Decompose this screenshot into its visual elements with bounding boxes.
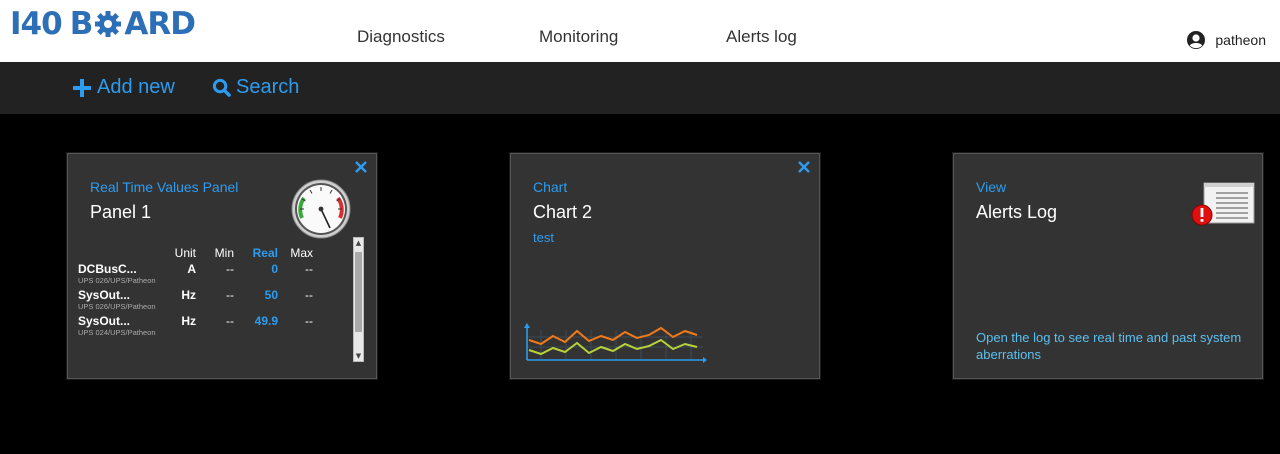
logo-b: B <box>69 6 94 42</box>
row-min: -- <box>226 262 234 276</box>
row-source: UPS 026/UPS/Patheon <box>78 302 156 311</box>
scroll-down-icon[interactable]: ▼ <box>355 352 362 360</box>
card-category: View <box>976 179 1007 195</box>
logo-prefix: I4 <box>10 6 42 42</box>
add-new-button[interactable]: Add new <box>72 76 175 99</box>
card-category: Chart <box>533 179 568 195</box>
table-row[interactable]: DCBusC... A -- 0 -- UPS 026/UPS/Patheon <box>78 262 348 288</box>
row-unit: A <box>187 262 196 276</box>
row-unit: Hz <box>181 288 196 302</box>
gauge-icon <box>291 179 351 239</box>
table-row[interactable]: SysOut... Hz -- 49.9 -- UPS 024/UPS/Path… <box>78 314 348 340</box>
values-table: Unit Min Real Max DCBusC... A -- 0 -- UP… <box>78 246 348 340</box>
search-button[interactable]: Search <box>212 76 299 99</box>
plus-icon <box>73 78 91 97</box>
nav-monitoring[interactable]: Monitoring <box>539 27 618 47</box>
card-description: Open the log to see real time and past s… <box>976 330 1242 362</box>
alert-log-icon <box>1191 182 1255 226</box>
panel-card[interactable]: Real Time Values Panel Panel 1 Unit Min … <box>67 153 377 379</box>
user-menu[interactable]: patheon <box>1186 30 1266 50</box>
scrollbar-thumb[interactable] <box>355 252 362 332</box>
row-source: UPS 026/UPS/Patheon <box>78 276 156 285</box>
col-max: Max <box>290 246 313 260</box>
logo-zero: 0 <box>41 6 63 42</box>
table-header: Unit Min Real Max <box>78 246 348 262</box>
user-name: patheon <box>1215 32 1266 48</box>
nav-diagnostics[interactable]: Diagnostics <box>357 27 445 47</box>
row-real: 0 <box>271 262 278 276</box>
search-icon <box>212 78 231 97</box>
row-max: -- <box>305 314 313 328</box>
row-real: 50 <box>264 288 278 302</box>
row-max: -- <box>305 262 313 276</box>
table-row[interactable]: SysOut... Hz -- 50 -- UPS 026/UPS/Patheo… <box>78 288 348 314</box>
close-icon[interactable] <box>797 160 811 174</box>
row-name: DCBusC... <box>78 262 137 276</box>
row-source: UPS 024/UPS/Patheon <box>78 328 156 337</box>
scroll-up-icon[interactable]: ▲ <box>355 239 362 247</box>
row-real: 49.9 <box>254 314 278 328</box>
search-label: Search <box>236 76 300 98</box>
logo-rest: ARD <box>124 6 196 42</box>
toolbar: Add new Search <box>0 62 1280 114</box>
col-real: Real <box>252 246 278 260</box>
col-unit: Unit <box>174 246 196 260</box>
line-chart-icon <box>524 323 707 363</box>
col-min: Min <box>214 246 234 260</box>
card-title: Panel 1 <box>90 202 152 222</box>
row-name: SysOut... <box>78 314 131 328</box>
add-new-label: Add new <box>97 76 175 98</box>
card-title: Alerts Log <box>976 202 1058 222</box>
app-logo[interactable]: I4 0 B ARD <box>10 6 196 42</box>
row-unit: Hz <box>181 314 196 328</box>
close-icon[interactable] <box>354 160 368 174</box>
top-bar: I4 0 B ARD Diagnostics Monitoring Alerts … <box>0 0 1280 62</box>
card-category: Real Time Values Panel <box>90 179 239 195</box>
row-min: -- <box>226 288 234 302</box>
chart-card[interactable]: Chart Chart 2 test <box>510 153 820 379</box>
row-name: SysOut... <box>78 288 131 302</box>
card-subtitle: test <box>533 230 554 245</box>
table-scrollbar[interactable]: ▲ ▼ <box>353 237 364 362</box>
row-max: -- <box>305 288 313 302</box>
card-title: Chart 2 <box>533 202 593 222</box>
row-min: -- <box>226 314 234 328</box>
nav-alerts-log[interactable]: Alerts log <box>726 27 797 47</box>
user-icon <box>1187 31 1206 49</box>
alerts-log-card[interactable]: View Alerts Log Open the log to see real… <box>953 153 1263 379</box>
gear-icon <box>95 11 122 37</box>
